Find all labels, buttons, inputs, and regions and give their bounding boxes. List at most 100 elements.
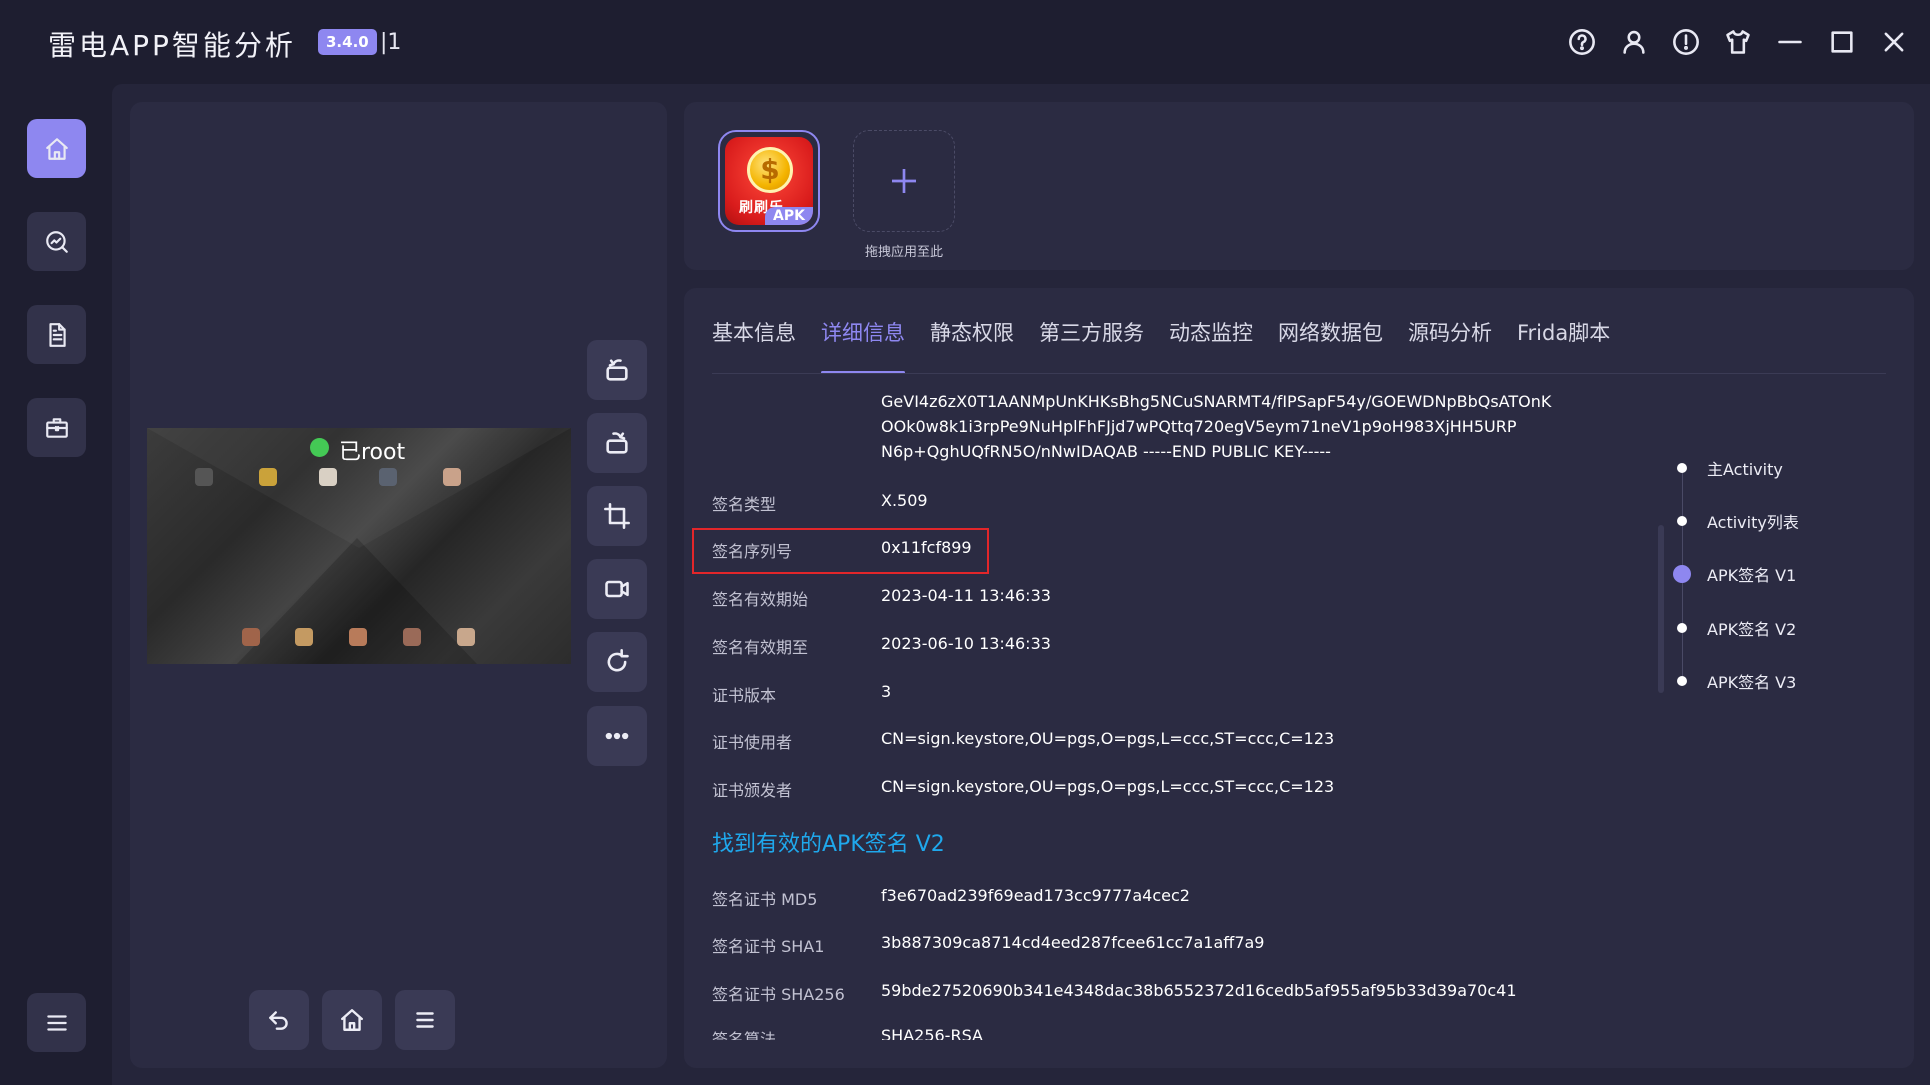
section-title-v2: 找到有效的APK签名 V2 [712, 832, 945, 857]
detail-value: X.509 [881, 491, 928, 510]
tab-5[interactable]: 网络数据包 [1278, 316, 1383, 374]
more-button[interactable] [587, 706, 647, 766]
outline-label: APK签名 V1 [1707, 566, 1797, 585]
crop-button[interactable] [587, 486, 647, 546]
toolbox-icon [45, 417, 68, 438]
drop-label: 拖拽应用至此 [864, 245, 943, 260]
rotate-right-button[interactable] [587, 413, 647, 473]
outline-dot [1677, 463, 1687, 473]
tab-bar: 基本信息 详细信息 静态权限 第三方服务 动态监控 网络数据包 源码分析 Frida脚本 [712, 316, 1635, 374]
outline-item[interactable]: APK签名 V1 [1673, 562, 1797, 586]
outline-item[interactable]: Activity列表 [1677, 509, 1799, 533]
outline-label: APK签名 V2 [1707, 620, 1797, 639]
outline-label: 主Activity [1707, 460, 1783, 479]
tab-7[interactable]: Frida脚本 [1517, 316, 1610, 374]
tab-divider [712, 373, 1886, 374]
detail-value: 2023-04-11 13:46:33 [881, 586, 1051, 605]
detail-key: 签名有效期始 [712, 590, 809, 609]
rotate-left-button[interactable] [587, 340, 647, 400]
tab-3[interactable]: 第三方服务 [1039, 316, 1144, 374]
device-menu-button[interactable] [395, 990, 455, 1050]
detail-key: 签名类型 [712, 495, 777, 514]
plus-icon [892, 169, 916, 193]
skin-icon[interactable] [1724, 26, 1752, 58]
serial-number-highlight [692, 528, 989, 574]
title-bar: 雷电APP智能分析 3.4.0 |1 [0, 0, 1930, 84]
nav-analysis-button[interactable] [27, 212, 86, 271]
home-icon [45, 137, 68, 160]
outline-item[interactable]: 主Activity [1677, 456, 1783, 480]
detail-key: 签名证书 SHA1 [712, 937, 825, 956]
root-status-text: 已root [339, 440, 406, 465]
root-status-dot [310, 438, 329, 457]
detail-key: 签名证书 SHA256 [712, 985, 845, 1004]
detail-key: 证书版本 [712, 686, 777, 705]
nav-menu-button[interactable] [27, 993, 86, 1052]
tab-2[interactable]: 静态权限 [930, 316, 1014, 374]
app-title: 雷电APP智能分析 [48, 29, 296, 62]
tab-1[interactable]: 详细信息 [821, 316, 905, 374]
dock-app-icon [457, 628, 475, 646]
outline-dot [1673, 565, 1691, 583]
nav-document-button[interactable] [27, 305, 86, 364]
app-icon-image: $ 刷刷乐 APK [725, 137, 813, 225]
outline-item[interactable]: APK签名 V3 [1677, 669, 1796, 693]
instance-label: |1 [380, 30, 402, 55]
launcher-app-icon [379, 468, 397, 486]
more-icon [605, 732, 629, 740]
user-icon[interactable] [1620, 26, 1648, 58]
crop-icon [604, 503, 630, 529]
detail-key: 签名证书 MD5 [712, 890, 818, 909]
back-icon [269, 1011, 288, 1030]
rotate-right-icon [606, 432, 628, 454]
back-button[interactable] [249, 990, 309, 1050]
apk-tag: APK [765, 207, 813, 225]
outline-label: APK签名 V3 [1707, 673, 1797, 692]
coin-icon: $ [747, 147, 793, 193]
refresh-button[interactable] [587, 632, 647, 692]
maximize-icon[interactable] [1828, 26, 1856, 58]
device-home-button[interactable] [322, 990, 382, 1050]
detail-value: SHA256-RSA [881, 1026, 983, 1040]
detail-value: 3b887309ca8714cd4eed287fcee61cc7a1aff7a9 [881, 933, 1265, 952]
record-button[interactable] [587, 559, 647, 619]
alert-icon[interactable] [1672, 26, 1700, 58]
dock-app-icon [403, 628, 421, 646]
detail-value: CN=sign.keystore,OU=pgs,O=pgs,L=ccc,ST=c… [881, 777, 1335, 796]
outline-scrollbar[interactable] [1658, 525, 1664, 693]
detail-key: 证书使用者 [712, 733, 793, 752]
detail-value: 3 [881, 682, 892, 701]
launcher-app-icon [195, 468, 213, 486]
public-key-line: GeVI4z6zX0T1AANMpUnKHKsBhg5NCuSNARMT4/fI… [881, 392, 1552, 411]
version-badge: 3.4.0 [318, 29, 377, 55]
tab-6[interactable]: 源码分析 [1408, 316, 1492, 374]
detail-value: 59bde27520690b341e4348dac38b6552372d16ce… [881, 981, 1517, 1000]
help-icon[interactable] [1568, 26, 1596, 58]
minimize-icon[interactable] [1776, 26, 1804, 58]
document-icon [48, 322, 66, 347]
tab-4[interactable]: 动态监控 [1169, 316, 1253, 374]
dock-app-icon [295, 628, 313, 646]
outline-dot [1677, 676, 1687, 686]
menu-icon [416, 1012, 434, 1028]
detail-value: 2023-06-10 13:46:33 [881, 634, 1051, 653]
outline-item[interactable]: APK签名 V2 [1677, 616, 1796, 640]
outline-label: Activity列表 [1707, 513, 1799, 532]
app-icon[interactable]: $ 刷刷乐 APK [718, 130, 820, 232]
analysis-icon [45, 230, 68, 253]
dock-app-icon [349, 628, 367, 646]
detail-value: f3e670ad239f69ead173cc9777a4cec2 [881, 886, 1190, 905]
device-screen[interactable]: 已root [147, 428, 571, 664]
nav-home-button[interactable] [27, 119, 86, 178]
detail-content: GeVI4z6zX0T1AANMpUnKHKsBhg5NCuSNARMT4/fI… [684, 392, 1644, 1040]
drop-zone[interactable] [853, 130, 955, 232]
tab-0[interactable]: 基本信息 [712, 316, 796, 374]
detail-key: 签名有效期至 [712, 638, 809, 657]
launcher-app-icon [319, 468, 337, 486]
detail-value: CN=sign.keystore,OU=pgs,O=pgs,L=ccc,ST=c… [881, 729, 1335, 748]
public-key-line: OOk0w8k1i3rpPe9NuHplFhFJjd7wPQttq720egV5… [881, 417, 1517, 436]
detail-key: 证书颁发者 [712, 781, 793, 800]
dock-app-icon [242, 628, 260, 646]
close-icon[interactable] [1880, 26, 1908, 58]
nav-toolbox-button[interactable] [27, 398, 86, 457]
